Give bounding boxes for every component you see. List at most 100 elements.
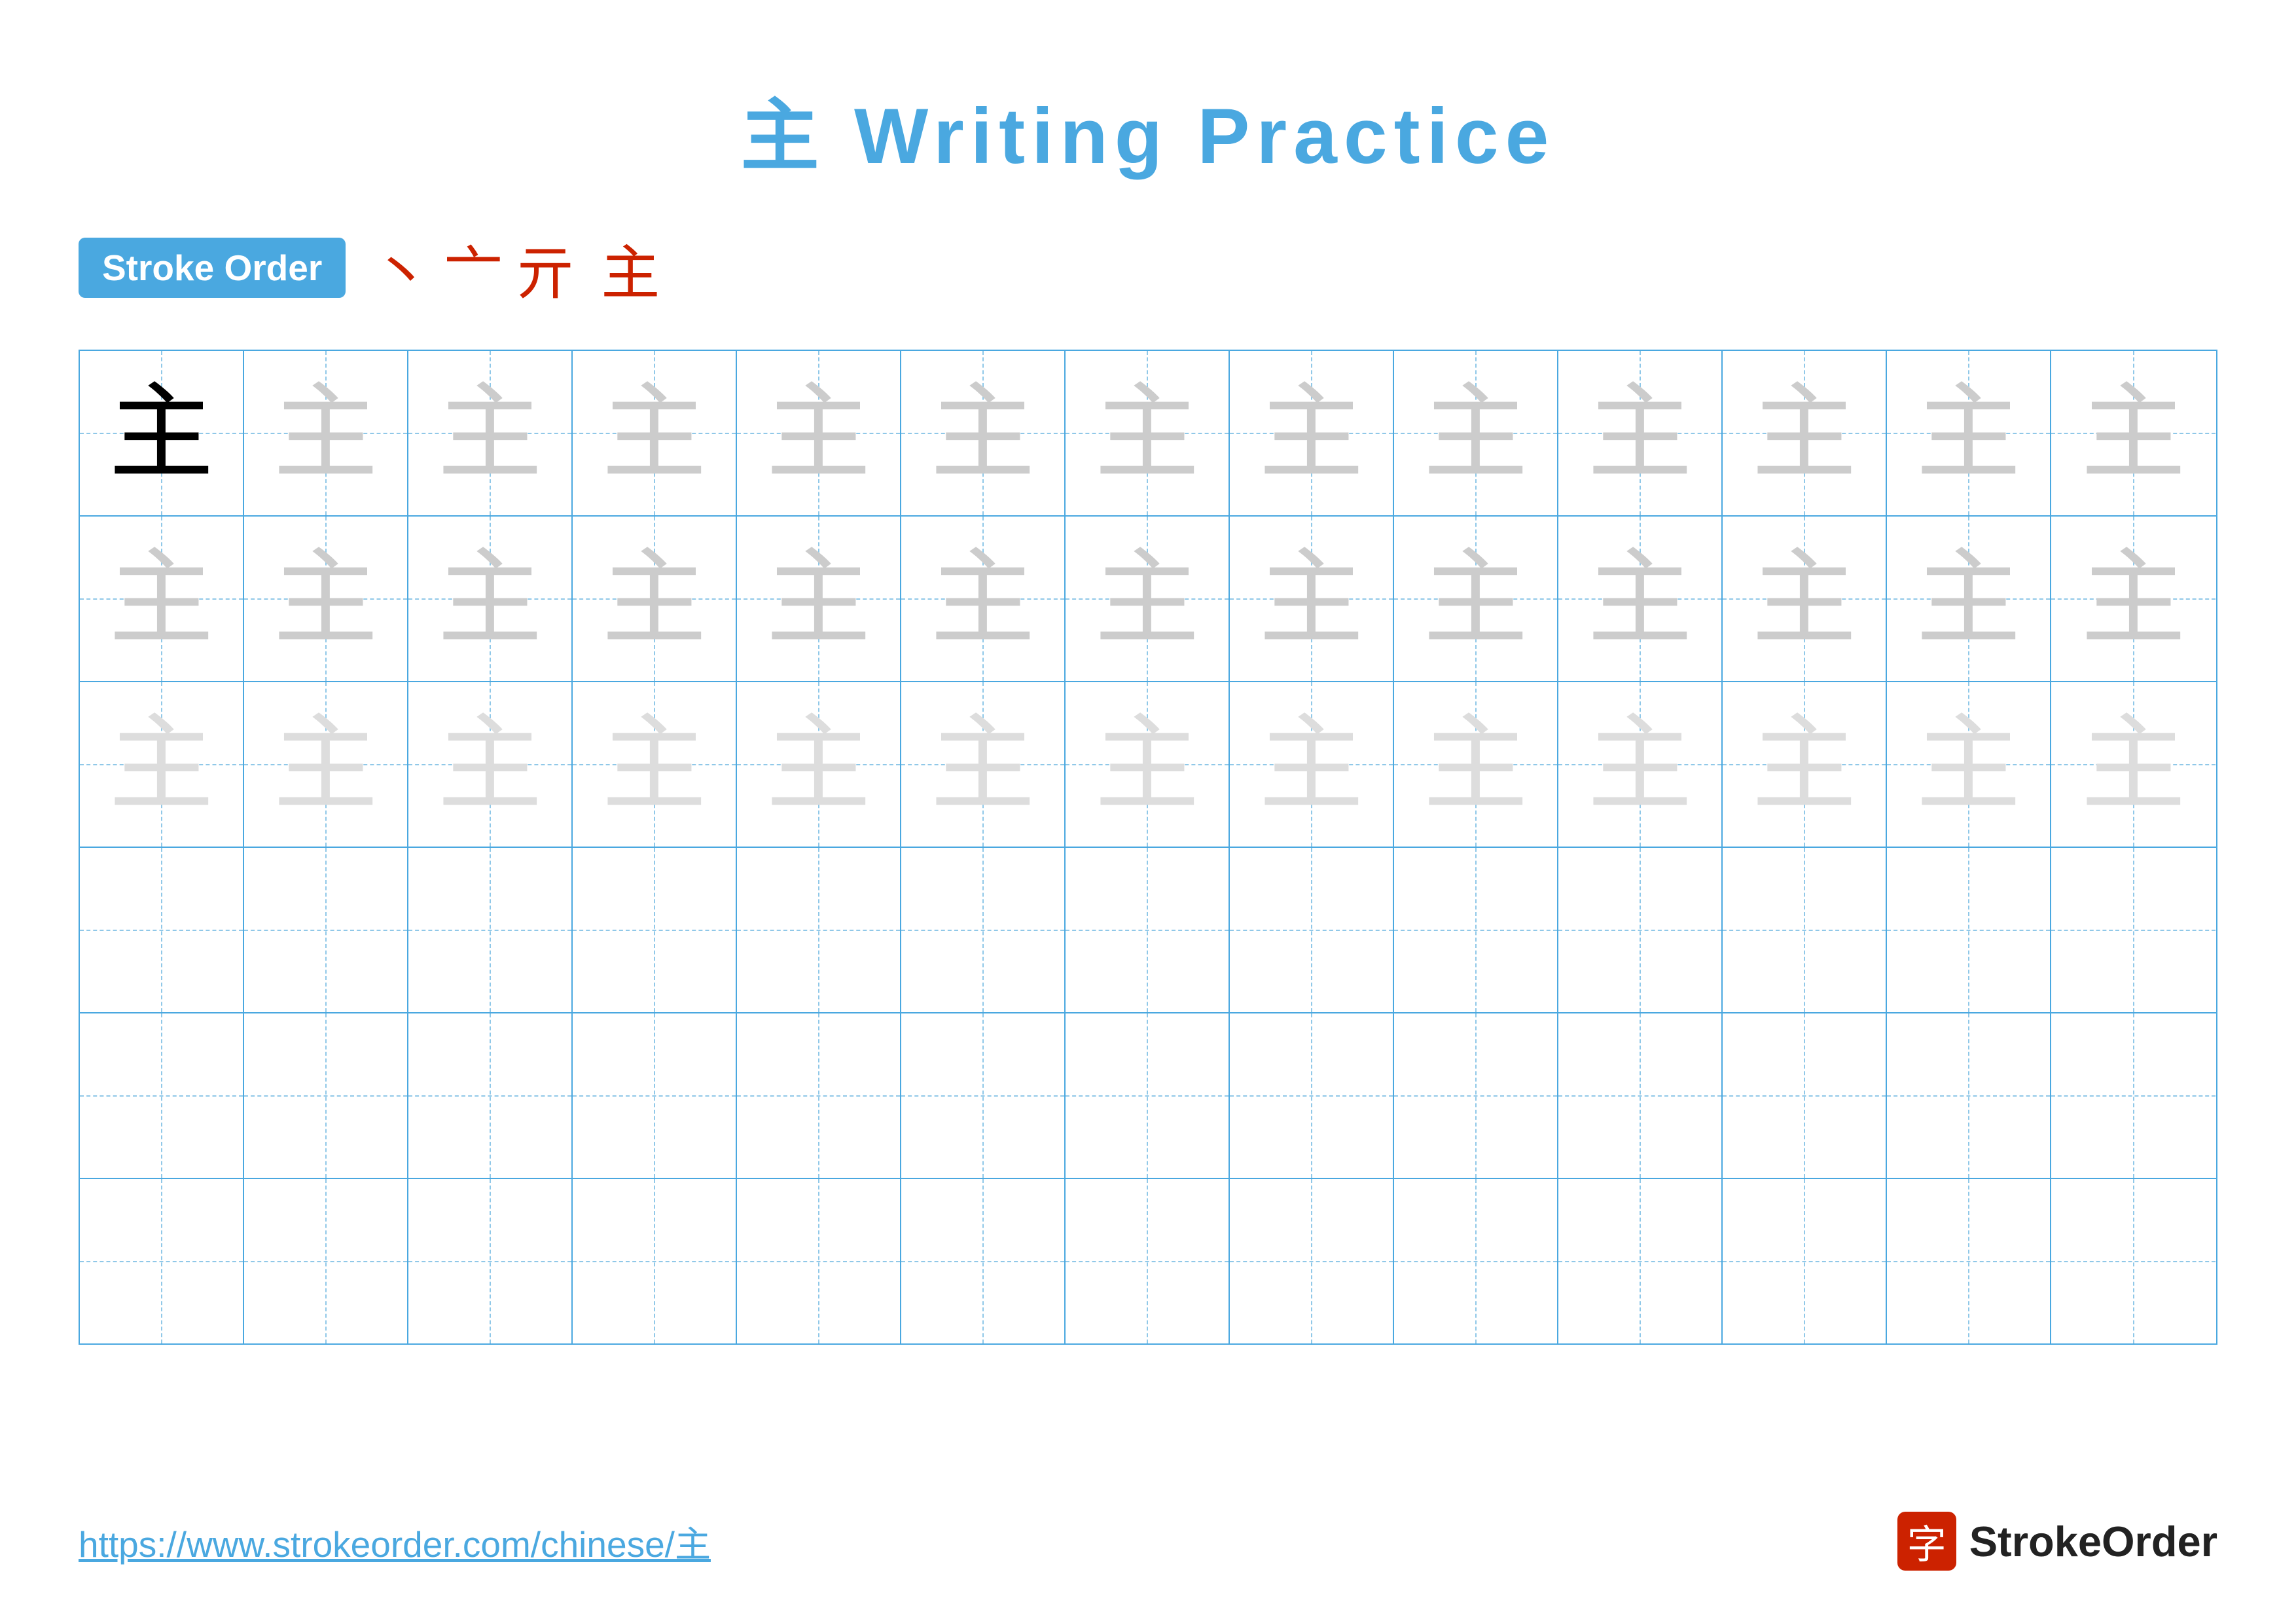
- practice-grid: 主 主 主 主 主 主 主 主 主: [79, 350, 2217, 1345]
- grid-cell-1-3: 主: [408, 351, 573, 515]
- page-title: 主 Writing Practice: [741, 72, 1556, 186]
- page: 主 Writing Practice Stroke Order 丶 亠 亓 𠄠 …: [0, 0, 2296, 1623]
- grid-cell-4-2[interactable]: [244, 848, 408, 1012]
- grid-cell-3-3: 主: [408, 682, 573, 847]
- char-ghost: 主: [766, 381, 870, 486]
- grid-cell-6-3[interactable]: [408, 1179, 573, 1343]
- grid-cell-4-12[interactable]: [1887, 848, 2051, 1012]
- stroke-5: 主: [601, 225, 660, 310]
- grid-cell-6-9[interactable]: [1394, 1179, 1558, 1343]
- grid-cell-4-11[interactable]: [1723, 848, 1887, 1012]
- char-ghost: 主: [1423, 381, 1528, 486]
- grid-cell-5-6[interactable]: [901, 1013, 1066, 1178]
- grid-cell-4-4[interactable]: [573, 848, 737, 1012]
- grid-cell-5-2[interactable]: [244, 1013, 408, 1178]
- grid-cell-3-10: 主: [1558, 682, 1723, 847]
- char-ghost: 主: [930, 381, 1035, 486]
- char-ghost: 主: [1259, 547, 1363, 651]
- grid-cell-4-6[interactable]: [901, 848, 1066, 1012]
- char-ghost: 主: [1423, 547, 1528, 651]
- grid-cell-6-1[interactable]: [80, 1179, 244, 1343]
- title-label: Writing Practice: [826, 92, 1556, 180]
- char-ghost: 主: [2081, 381, 2185, 486]
- char-ghost-light: 主: [273, 712, 378, 817]
- grid-cell-6-2[interactable]: [244, 1179, 408, 1343]
- grid-cell-1-11: 主: [1723, 351, 1887, 515]
- char-ghost-light: 主: [1259, 712, 1363, 817]
- char-ghost: 主: [2081, 547, 2185, 651]
- char-ghost: 主: [1094, 381, 1199, 486]
- grid-cell-1-5: 主: [737, 351, 901, 515]
- char-ghost: 主: [601, 381, 706, 486]
- grid-cell-4-8[interactable]: [1230, 848, 1394, 1012]
- char-ghost: 主: [1751, 547, 1856, 651]
- grid-cell-4-13[interactable]: [2051, 848, 2215, 1012]
- char-solid: 主: [109, 381, 213, 486]
- grid-cell-2-1: 主: [80, 517, 244, 681]
- stroke-2: 亠: [444, 225, 503, 310]
- grid-cell-3-1: 主: [80, 682, 244, 847]
- grid-cell-1-7: 主: [1066, 351, 1230, 515]
- char-ghost-light: 主: [1423, 712, 1528, 817]
- grid-cell-5-8[interactable]: [1230, 1013, 1394, 1178]
- grid-cell-5-7[interactable]: [1066, 1013, 1230, 1178]
- grid-cell-2-6: 主: [901, 517, 1066, 681]
- char-ghost: 主: [1751, 381, 1856, 486]
- stroke-sequence: 丶 亠 亓 𠄠 主: [372, 225, 660, 310]
- grid-cell-4-1[interactable]: [80, 848, 244, 1012]
- grid-cell-3-8: 主: [1230, 682, 1394, 847]
- grid-cell-6-12[interactable]: [1887, 1179, 2051, 1343]
- stroke-3: 亓: [516, 225, 575, 310]
- char-ghost: 主: [766, 547, 870, 651]
- grid-cell-1-4: 主: [573, 351, 737, 515]
- grid-cell-5-5[interactable]: [737, 1013, 901, 1178]
- footer: https://www.strokeorder.com/chinese/主 字 …: [79, 1512, 2217, 1571]
- char-ghost: 主: [1587, 381, 1692, 486]
- char-ghost-light: 主: [109, 712, 213, 817]
- grid-cell-6-10[interactable]: [1558, 1179, 1723, 1343]
- stroke-1: 丶: [372, 225, 431, 310]
- grid-cell-3-7: 主: [1066, 682, 1230, 847]
- grid-cell-1-6: 主: [901, 351, 1066, 515]
- grid-cell-5-11[interactable]: [1723, 1013, 1887, 1178]
- grid-cell-6-6[interactable]: [901, 1179, 1066, 1343]
- grid-cell-6-13[interactable]: [2051, 1179, 2215, 1343]
- char-ghost: 主: [273, 547, 378, 651]
- grid-cell-1-1: 主: [80, 351, 244, 515]
- footer-logo-text: StrokeOrder: [1969, 1517, 2217, 1566]
- grid-cell-3-11: 主: [1723, 682, 1887, 847]
- grid-cell-2-12: 主: [1887, 517, 2051, 681]
- grid-cell-6-5[interactable]: [737, 1179, 901, 1343]
- grid-cell-6-4[interactable]: [573, 1179, 737, 1343]
- char-ghost-light: 主: [1587, 712, 1692, 817]
- grid-cell-6-8[interactable]: [1230, 1179, 1394, 1343]
- grid-cell-5-10[interactable]: [1558, 1013, 1723, 1178]
- grid-cell-4-5[interactable]: [737, 848, 901, 1012]
- grid-cell-4-10[interactable]: [1558, 848, 1723, 1012]
- grid-cell-2-11: 主: [1723, 517, 1887, 681]
- grid-cell-3-12: 主: [1887, 682, 2051, 847]
- grid-cell-6-7[interactable]: [1066, 1179, 1230, 1343]
- grid-cell-4-9[interactable]: [1394, 848, 1558, 1012]
- grid-cell-1-9: 主: [1394, 351, 1558, 515]
- grid-cell-5-1[interactable]: [80, 1013, 244, 1178]
- char-ghost: 主: [273, 381, 378, 486]
- grid-cell-1-12: 主: [1887, 351, 2051, 515]
- grid-cell-1-8: 主: [1230, 351, 1394, 515]
- grid-cell-6-11[interactable]: [1723, 1179, 1887, 1343]
- grid-cell-4-7[interactable]: [1066, 848, 1230, 1012]
- grid-cell-3-13: 主: [2051, 682, 2215, 847]
- grid-cell-1-13: 主: [2051, 351, 2215, 515]
- grid-cell-5-12[interactable]: [1887, 1013, 2051, 1178]
- char-ghost: 主: [437, 381, 542, 486]
- grid-cell-4-3[interactable]: [408, 848, 573, 1012]
- grid-cell-5-3[interactable]: [408, 1013, 573, 1178]
- grid-cell-5-9[interactable]: [1394, 1013, 1558, 1178]
- footer-url[interactable]: https://www.strokeorder.com/chinese/主: [79, 1515, 711, 1567]
- grid-cell-3-4: 主: [573, 682, 737, 847]
- char-ghost-light: 主: [766, 712, 870, 817]
- grid-cell-5-13[interactable]: [2051, 1013, 2215, 1178]
- grid-cell-5-4[interactable]: [573, 1013, 737, 1178]
- char-ghost: 主: [1259, 381, 1363, 486]
- char-ghost: 主: [1587, 547, 1692, 651]
